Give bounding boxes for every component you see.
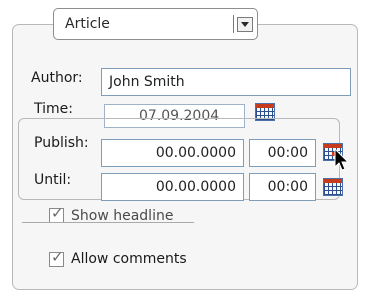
article-type-value: Article — [65, 16, 110, 32]
author-field[interactable]: John Smith — [101, 68, 351, 96]
checkmark-icon: ✓ — [51, 204, 64, 222]
article-type-select[interactable]: Article — [53, 8, 258, 40]
until-date-field[interactable]: 00.00.0000 — [101, 173, 244, 201]
publish-time-value: 00:00 — [267, 145, 308, 161]
until-label: Until: — [34, 172, 72, 188]
until-time-value: 00:00 — [267, 179, 308, 195]
calendar-icon[interactable] — [323, 178, 343, 196]
mouse-pointer-icon — [334, 148, 350, 171]
group-border-line — [22, 222, 194, 223]
allow-comments-checkbox[interactable]: ✓ — [49, 248, 64, 267]
checkmark-icon: ✓ — [51, 248, 64, 266]
time-label: Time: — [34, 101, 73, 117]
publish-date-field[interactable]: 00.00.0000 — [101, 139, 244, 167]
author-label: Author: — [31, 70, 83, 86]
publish-time-field[interactable]: 00:00 — [249, 139, 316, 167]
until-date-value: 00.00.0000 — [155, 179, 236, 195]
select-divider — [233, 15, 234, 33]
publish-label: Publish: — [34, 135, 89, 151]
publish-date-value: 00.00.0000 — [155, 145, 236, 161]
author-value: John Smith — [109, 74, 185, 90]
until-time-field[interactable]: 00:00 — [249, 173, 316, 201]
allow-comments-label: Allow comments — [71, 251, 187, 267]
chevron-down-icon[interactable] — [237, 17, 253, 32]
show-headline-checkbox[interactable]: ✓ — [49, 204, 64, 223]
